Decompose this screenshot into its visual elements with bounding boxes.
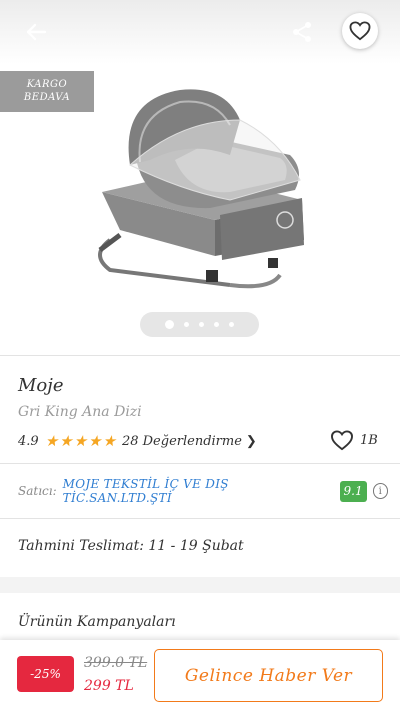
pagination-dot[interactable] [214, 322, 219, 327]
pagination-dot[interactable] [229, 322, 234, 327]
seller-row: Satıcı: MOJE TEKSTİL İÇ VE DIŞ TİC.SAN.L… [18, 477, 388, 505]
product-name: Gri King Ana Dizi [18, 404, 142, 420]
star-icon: ★ [88, 431, 102, 450]
heart-outline-icon [331, 429, 353, 450]
share-icon [293, 22, 311, 42]
arrow-left-icon [26, 23, 47, 41]
product-photo[interactable] [80, 80, 330, 295]
gallery-pagination[interactable] [140, 312, 259, 337]
info-icon[interactable]: i [372, 483, 388, 499]
heart-outline-icon [349, 21, 371, 41]
pagination-dot-active[interactable] [165, 320, 174, 329]
current-price: 299 TL [84, 678, 134, 694]
pagination-dot[interactable] [184, 322, 189, 327]
rating-value: 4.9 [18, 433, 39, 449]
chevron-right-icon: ❯ [245, 433, 257, 449]
rating-stars: ★ ★ ★ ★ ★ [44, 431, 116, 450]
rating-row: 4.9 ★ ★ ★ ★ ★ 28 Değerlendirme ❯ [18, 430, 257, 452]
pagination-dot[interactable] [199, 322, 204, 327]
brand-name[interactable]: Moje [18, 375, 64, 396]
star-icon: ★ [44, 431, 59, 450]
divider [0, 518, 400, 519]
bottom-purchase-bar: -25% 399.0 TL 299 TL Gelince Haber Ver [0, 640, 400, 711]
free-shipping-badge: KARGO BEDAVA [0, 71, 94, 112]
star-icon: ★ [102, 431, 116, 450]
likes-count: 1B [360, 432, 378, 448]
seller-name-link[interactable]: MOJE TEKSTİL İÇ VE DIŞ TİC.SAN.LTD.ŞTİ [63, 477, 332, 505]
seller-score-badge: 9.1 [339, 480, 367, 502]
badge-line-2: BEDAVA [23, 92, 71, 103]
top-shade [0, 0, 400, 64]
favorite-count[interactable]: 1B [330, 428, 378, 452]
product-image-gallery[interactable]: KARGO BEDAVA [0, 0, 400, 352]
star-icon: ★ [59, 431, 73, 450]
section-separator [0, 577, 400, 593]
estimated-delivery: Tahmini Teslimat: 11 - 19 Şubat [18, 538, 244, 554]
notify-when-available-button[interactable]: Gelince Haber Ver [154, 649, 383, 702]
divider [0, 463, 400, 464]
old-price: 399.0 TL [84, 655, 148, 671]
reviews-link[interactable]: 28 Değerlendirme ❯ [122, 434, 257, 449]
share-button[interactable] [286, 16, 318, 48]
discount-badge: -25% [17, 656, 74, 692]
divider [0, 355, 400, 356]
review-count: 28 Değerlendirme [121, 433, 242, 449]
badge-line-1: KARGO [26, 79, 68, 90]
star-icon: ★ [73, 431, 88, 450]
back-button[interactable] [20, 18, 52, 46]
favorite-button[interactable] [342, 13, 378, 49]
campaigns-title[interactable]: Ürünün Kampanyaları [18, 614, 176, 630]
seller-label: Satıcı: [18, 484, 57, 498]
